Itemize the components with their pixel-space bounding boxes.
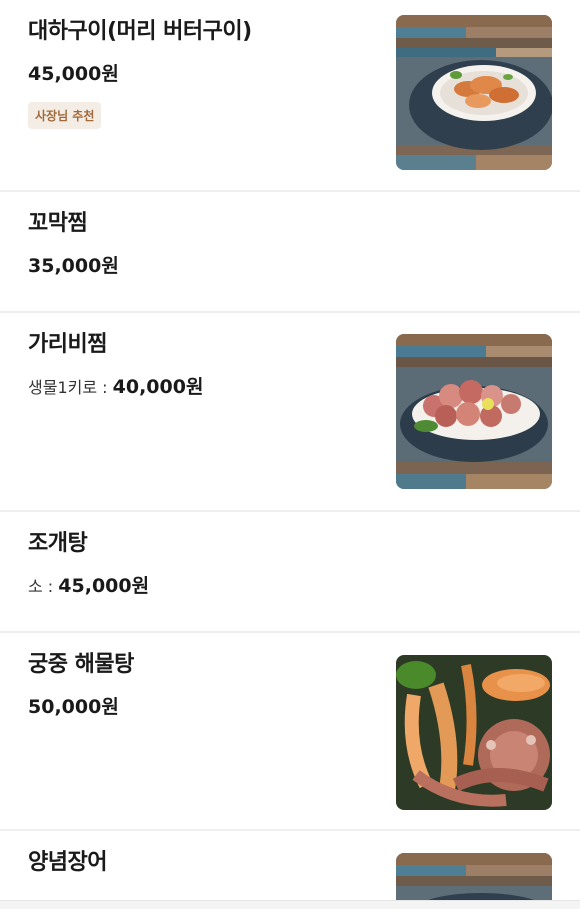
menu-item-price: 35,000원 — [28, 255, 119, 277]
menu-item-photo[interactable] — [396, 15, 552, 170]
menu-item-price: 소 : 45,000원 — [28, 572, 552, 601]
menu-item-clam-soup[interactable]: 조개탕 소 : 45,000원 — [0, 512, 580, 633]
price-prefix: 소 : — [28, 577, 59, 596]
menu-item-grilled-prawns[interactable]: 대하구이(머리 버터구이) 45,000원 사장님 추천 — [0, 0, 580, 192]
price-value: 40,000원 — [112, 376, 204, 398]
menu-item-seafood-stew[interactable]: 궁중 해물탕 50,000원 — [0, 633, 580, 831]
menu-item-scallops[interactable]: 가리비찜 생물1키로 : 40,000원 — [0, 313, 580, 512]
bottom-scroll-edge — [0, 900, 580, 909]
menu-item-seasoned-eel[interactable]: 양념장어 — [0, 831, 580, 909]
price-value: 45,000원 — [58, 575, 150, 597]
menu-item-cockles[interactable]: 꼬막찜 35,000원 — [0, 192, 580, 313]
menu-item-photo[interactable] — [396, 334, 552, 489]
price-prefix: 생물1키로 : — [28, 378, 113, 397]
menu-item-name: 조개탕 — [28, 531, 88, 556]
menu-item-photo[interactable] — [396, 655, 552, 810]
recommend-badge: 사장님 추천 — [28, 102, 102, 129]
menu-item-name: 꼬막찜 — [28, 211, 88, 236]
menu-list: 대하구이(머리 버터구이) 45,000원 사장님 추천 꼬막찜 35,000원… — [0, 0, 580, 909]
